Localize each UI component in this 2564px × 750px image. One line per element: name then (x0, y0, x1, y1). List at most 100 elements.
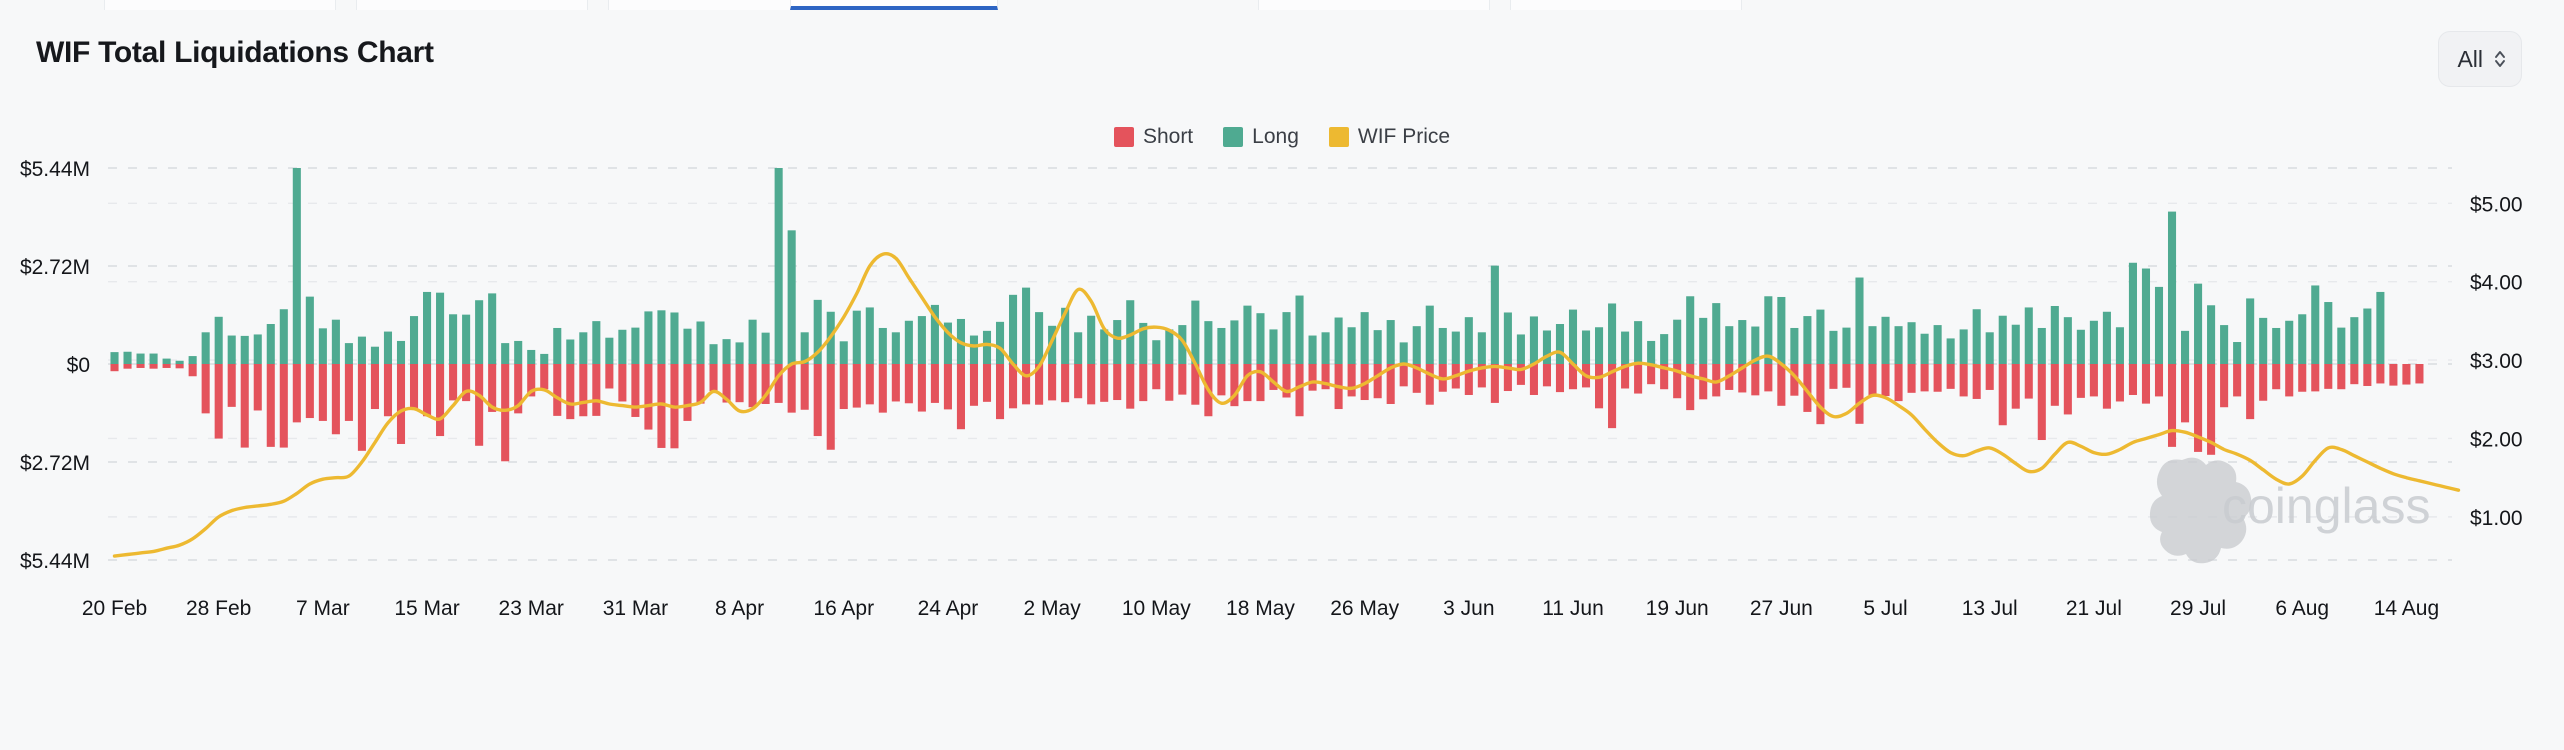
bar-short[interactable] (866, 364, 874, 404)
bar-long[interactable] (1009, 295, 1017, 364)
bar-short[interactable] (1256, 364, 1264, 401)
bar-short[interactable] (2077, 364, 2085, 398)
bar-short[interactable] (2363, 364, 2371, 386)
bar-short[interactable] (1764, 364, 1772, 391)
bar-short[interactable] (1074, 364, 1082, 398)
bar-long[interactable] (2298, 314, 2306, 364)
bar-long[interactable] (840, 341, 848, 364)
bar-short[interactable] (371, 364, 379, 409)
bar-short[interactable] (1100, 364, 1108, 402)
bar-long[interactable] (1829, 331, 1837, 364)
bar-short[interactable] (749, 364, 757, 407)
bar-short[interactable] (566, 364, 574, 419)
bar-long[interactable] (683, 329, 691, 364)
bar-short[interactable] (957, 364, 965, 429)
bar-long[interactable] (592, 321, 600, 364)
bar-long[interactable] (2350, 317, 2358, 364)
bar-long[interactable] (631, 328, 639, 364)
bar-long[interactable] (1569, 310, 1577, 364)
bar-short[interactable] (1309, 364, 1317, 391)
bar-long[interactable] (2207, 305, 2215, 364)
bar-long[interactable] (215, 317, 223, 364)
tab-item-3[interactable] (790, 0, 998, 10)
bar-long[interactable] (644, 311, 652, 364)
bar-short[interactable] (1295, 364, 1303, 416)
bar-short[interactable] (1999, 364, 2007, 425)
bar-short[interactable] (1243, 364, 1251, 401)
bar-long[interactable] (2233, 342, 2241, 364)
bar-short[interactable] (1960, 364, 1968, 396)
bar-long[interactable] (2012, 325, 2020, 364)
bar-long[interactable] (2103, 312, 2111, 364)
bar-long[interactable] (514, 341, 522, 364)
bar-short[interactable] (1881, 364, 1889, 396)
bar-long[interactable] (657, 310, 665, 364)
bar-long[interactable] (1960, 329, 1968, 364)
bar-long[interactable] (2077, 330, 2085, 364)
bar-long[interactable] (1269, 329, 1277, 364)
bar-short[interactable] (1816, 364, 1824, 424)
bar-long[interactable] (1230, 320, 1238, 364)
bar-long[interactable] (1504, 312, 1512, 364)
bar-short[interactable] (2142, 364, 2150, 404)
bar-long[interactable] (2129, 263, 2137, 364)
bar-long[interactable] (1256, 313, 1264, 364)
bar-long[interactable] (2324, 302, 2332, 364)
bar-long[interactable] (1322, 332, 1330, 364)
legend-item-short[interactable]: Short (1114, 125, 1193, 149)
bar-long[interactable] (319, 328, 327, 364)
bar-short[interactable] (1217, 364, 1225, 395)
bar-long[interactable] (1491, 266, 1499, 364)
bar-long[interactable] (1686, 296, 1694, 364)
bar-short[interactable] (332, 364, 340, 434)
bar-short[interactable] (931, 364, 939, 403)
bar-short[interactable] (189, 364, 197, 376)
bar-long[interactable] (2025, 307, 2033, 364)
bar-long[interactable] (1348, 327, 1356, 364)
bar-long[interactable] (501, 343, 509, 364)
bar-long[interactable] (566, 340, 574, 365)
bar-long[interactable] (1217, 328, 1225, 364)
bar-long[interactable] (306, 297, 314, 364)
bar-short[interactable] (540, 364, 548, 389)
bar-long[interactable] (1621, 332, 1629, 364)
bar-long[interactable] (123, 352, 131, 364)
bar-short[interactable] (2025, 364, 2033, 399)
bar-short[interactable] (2012, 364, 2020, 409)
bar-short[interactable] (1022, 364, 1030, 404)
bar-long[interactable] (293, 168, 301, 364)
bar-long[interactable] (189, 356, 197, 364)
bar-long[interactable] (1595, 327, 1603, 364)
bar-short[interactable] (2233, 364, 2241, 396)
bar-long[interactable] (150, 354, 158, 364)
bar-long[interactable] (2181, 331, 2189, 364)
bar-long[interactable] (1517, 334, 1525, 364)
bar-short[interactable] (2168, 364, 2176, 447)
bar-short[interactable] (163, 364, 171, 368)
bar-long[interactable] (2168, 212, 2176, 364)
bar-short[interactable] (123, 364, 131, 369)
bar-long[interactable] (1335, 318, 1343, 364)
bar-long[interactable] (1426, 306, 1434, 364)
bar-short[interactable] (1829, 364, 1837, 389)
bar-long[interactable] (1204, 321, 1212, 364)
bar-short[interactable] (1152, 364, 1160, 389)
bar-long[interactable] (241, 336, 249, 364)
bar-long[interactable] (2363, 309, 2371, 364)
bar-long[interactable] (1295, 296, 1303, 364)
bar-long[interactable] (1738, 320, 1746, 364)
bar-short[interactable] (696, 364, 704, 404)
bar-short[interactable] (2181, 364, 2189, 422)
bar-short[interactable] (1087, 364, 1095, 404)
bar-long[interactable] (423, 292, 431, 364)
bar-short[interactable] (905, 364, 913, 403)
bar-long[interactable] (1387, 320, 1395, 364)
tab-item-4[interactable] (1258, 0, 1490, 10)
bar-short[interactable] (970, 364, 978, 406)
bar-long[interactable] (2246, 298, 2254, 364)
bar-long[interactable] (1100, 329, 1108, 364)
bar-short[interactable] (1543, 364, 1551, 386)
bar-short[interactable] (319, 364, 327, 421)
bar-short[interactable] (267, 364, 275, 447)
bar-long[interactable] (488, 293, 496, 364)
